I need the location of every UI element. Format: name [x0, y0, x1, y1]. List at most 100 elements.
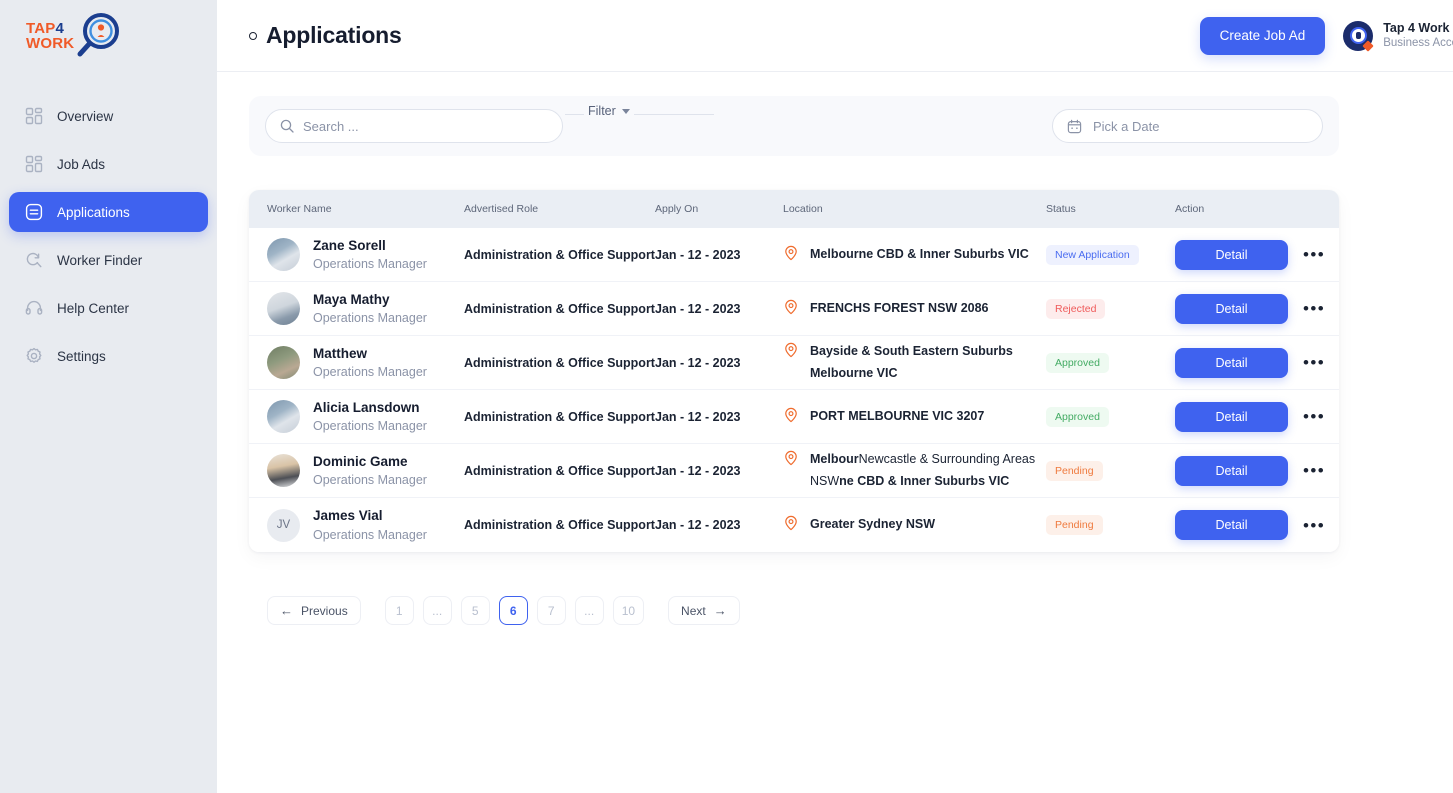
- filter-select[interactable]: Filter: [565, 104, 714, 118]
- chevron-down-icon: [621, 108, 630, 114]
- pagination-ellipsis: ...: [422, 596, 452, 625]
- detail-button[interactable]: Detail: [1175, 347, 1288, 378]
- avatar: JV: [267, 508, 300, 542]
- cell-action: Detail •••: [1175, 455, 1339, 486]
- date-picker[interactable]: Pick a Date: [1052, 109, 1323, 143]
- filter-label-wrap[interactable]: Filter: [584, 104, 634, 118]
- sidebar-item-label: Applications: [57, 204, 130, 220]
- more-horizontal-icon[interactable]: •••: [1303, 246, 1325, 263]
- map-pin-icon: [783, 245, 799, 261]
- column-header-advertised-role: Advertised Role: [464, 203, 539, 215]
- account-subtitle: Business Account: [1383, 37, 1453, 50]
- pagination-previous[interactable]: ← Previous: [267, 596, 361, 625]
- worker-name: Dominic Game: [313, 453, 408, 469]
- cell-action: Detail •••: [1175, 510, 1339, 540]
- sidebar-item-job-ads[interactable]: Job Ads: [9, 144, 208, 184]
- table-row: JV James Vial Operations Manager Adminis…: [249, 498, 1339, 552]
- cell-apply-on: Jan - 12 - 2023: [655, 463, 741, 478]
- cell-advertised-role: Administration & Office Support: [464, 463, 655, 478]
- cell-apply-on: Jan - 12 - 2023: [655, 355, 741, 370]
- location-text: Melbourne CBD & Inner Suburbs VIC: [810, 246, 1029, 261]
- cell-action: Detail •••: [1175, 239, 1339, 270]
- sidebar: TAP4 WORK Overview Job Ads Applications …: [0, 0, 217, 793]
- headset-icon: [25, 299, 43, 317]
- detail-button[interactable]: Detail: [1175, 293, 1288, 324]
- search-refresh-icon: [25, 251, 43, 269]
- pagination-page-1[interactable]: 1: [384, 596, 414, 625]
- logo-line-2: WORK: [26, 35, 75, 52]
- avatar: [267, 292, 300, 325]
- cell-status: Pending: [1046, 515, 1175, 535]
- cell-status: Rejected: [1046, 298, 1175, 319]
- date-picker-placeholder: Pick a Date: [1093, 118, 1160, 134]
- main-area: Applications Create Job Ad Tap 4 Work Bu…: [217, 0, 1453, 793]
- pagination-page-6[interactable]: 6: [498, 596, 528, 625]
- arrow-right-icon: →: [713, 603, 727, 618]
- status-badge: Rejected: [1046, 298, 1106, 319]
- detail-button[interactable]: Detail: [1175, 401, 1288, 432]
- detail-button[interactable]: Detail: [1175, 510, 1288, 540]
- sidebar-item-settings[interactable]: Settings: [9, 336, 208, 376]
- map-pin-icon: [783, 515, 799, 531]
- gear-icon: [25, 347, 43, 365]
- avatar: [267, 238, 300, 271]
- brand-avatar-icon: [1343, 20, 1374, 52]
- pagination-previous-label: Previous: [301, 603, 348, 618]
- location-text: Greater Sydney NSW: [810, 517, 936, 532]
- more-horizontal-icon[interactable]: •••: [1303, 408, 1325, 425]
- search-box[interactable]: [265, 109, 563, 143]
- more-horizontal-icon[interactable]: •••: [1303, 300, 1325, 317]
- status-badge: Pending: [1046, 515, 1103, 535]
- cell-location: MelbourNewcastle & Surrounding Areas NSWn…: [783, 449, 1046, 492]
- detail-button[interactable]: Detail: [1175, 455, 1288, 486]
- cell-advertised-role: Administration & Office Support: [464, 355, 655, 370]
- more-horizontal-icon[interactable]: •••: [1303, 462, 1325, 479]
- sidebar-item-label: Help Center: [57, 300, 130, 316]
- sidebar-item-help-center[interactable]: Help Center: [9, 288, 208, 328]
- sidebar-item-worker-finder[interactable]: Worker Finder: [9, 240, 208, 280]
- column-header-worker-name: Worker Name: [267, 203, 332, 215]
- pagination-next[interactable]: Next →: [668, 596, 740, 625]
- logo[interactable]: TAP4 WORK: [0, 0, 217, 72]
- worker-role-title: Operations Manager: [313, 473, 427, 488]
- more-horizontal-icon[interactable]: •••: [1303, 517, 1325, 534]
- cell-advertised-role: Administration & Office Support: [464, 409, 655, 424]
- cell-location: Greater Sydney NSW: [783, 514, 1046, 535]
- pagination-page-10[interactable]: 10: [612, 596, 645, 625]
- account-menu[interactable]: Tap 4 Work Business Account: [1343, 20, 1453, 52]
- cell-status: Approved: [1046, 406, 1175, 427]
- page-title-text: Applications: [266, 22, 402, 48]
- create-job-ad-button[interactable]: Create Job Ad: [1199, 16, 1326, 55]
- map-pin-icon: [783, 407, 799, 423]
- location-text: PORT MELBOURNE VIC 3207: [810, 408, 985, 423]
- sidebar-item-label: Settings: [57, 348, 106, 364]
- pagination-next-label: Next: [681, 603, 706, 618]
- cell-location: Melbourne CBD & Inner Suburbs VIC: [783, 244, 1046, 265]
- sidebar-item-overview[interactable]: Overview: [9, 96, 208, 136]
- worker-role-title: Operations Manager: [313, 365, 427, 380]
- search-input[interactable]: [303, 118, 548, 134]
- column-header-status: Status: [1046, 203, 1076, 215]
- pagination-page-7[interactable]: 7: [536, 596, 566, 625]
- worker-role-title: Operations Manager: [313, 257, 427, 272]
- cell-location: Bayside & South Eastern Suburbs Melbourne…: [783, 341, 1046, 384]
- sidebar-item-applications[interactable]: Applications: [9, 192, 208, 232]
- cell-advertised-role: Administration & Office Support: [464, 247, 655, 262]
- table-header-row: Worker Name Advertised Role Apply On Loc…: [249, 190, 1339, 228]
- avatar: [267, 400, 300, 433]
- grid-icon: [25, 155, 43, 173]
- cell-apply-on: Jan - 12 - 2023: [655, 518, 741, 532]
- account-name: Tap 4 Work: [1383, 20, 1450, 35]
- more-horizontal-icon[interactable]: •••: [1303, 354, 1325, 371]
- column-header-location: Location: [783, 203, 823, 215]
- pagination-page-5[interactable]: 5: [460, 596, 490, 625]
- logo-line-1: TAP4: [26, 20, 65, 37]
- detail-button[interactable]: Detail: [1175, 239, 1288, 270]
- table-row: Matthew Operations Manager Administratio…: [249, 336, 1339, 390]
- cell-location: FRENCHS FOREST NSW 2086: [783, 298, 1046, 319]
- location-text: Bayside & South Eastern Suburbs Melbourne…: [810, 344, 1013, 380]
- location-text: FRENCHS FOREST NSW 2086: [810, 300, 989, 315]
- cell-apply-on: Jan - 12 - 2023: [655, 409, 741, 424]
- table-row: Maya Mathy Operations Manager Administra…: [249, 282, 1339, 336]
- table-row: Zane Sorell Operations Manager Administr…: [249, 228, 1339, 282]
